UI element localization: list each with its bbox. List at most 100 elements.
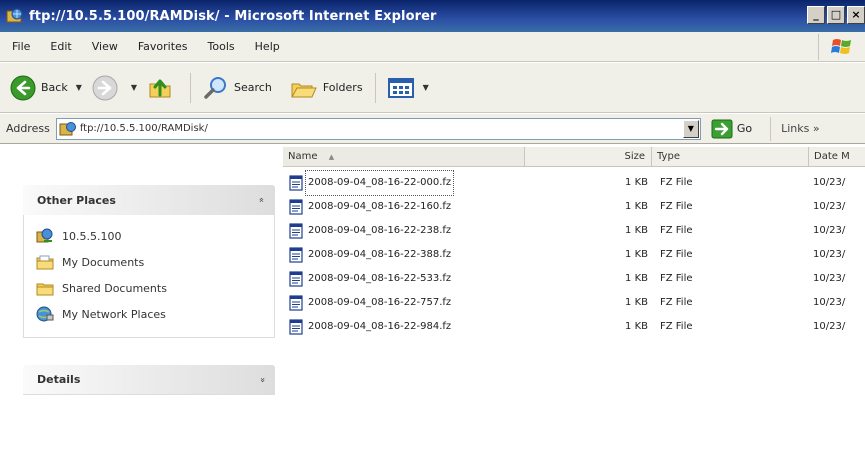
file-name-cell[interactable]: 2008-09-04_08-16-22-533.fz [289, 267, 453, 291]
menu-edit[interactable]: Edit [40, 40, 81, 53]
address-dropdown-button[interactable]: ▼ [682, 119, 699, 138]
file-size: 1 KB [625, 249, 648, 260]
links-button[interactable]: Links » [781, 122, 819, 135]
file-name: 2008-09-04_08-16-22-984.fz [308, 321, 452, 332]
file-row[interactable]: 2008-09-04_08-16-22-238.fz 1 KB FZ File 10/… [283, 219, 865, 243]
file-row[interactable]: 2008-09-04_08-16-22-984.fz 1 KB FZ File 10/… [283, 315, 865, 339]
sort-ascending-icon: ▲ [328, 153, 335, 161]
column-type-label: Type [657, 151, 680, 162]
column-header-size[interactable]: Size [525, 147, 652, 167]
views-icon [387, 77, 414, 98]
address-bar: Address ftp://10.5.5.100/RAMDisk/ ▼ Go L… [0, 114, 865, 144]
details-title: Details [37, 373, 81, 386]
up-folder-icon [149, 79, 171, 97]
go-label: Go [736, 122, 753, 135]
other-places-header[interactable]: Other Places » [23, 185, 275, 215]
task-pane: Other Places » 10.5.5.100 My Documents S… [0, 145, 283, 459]
file-row[interactable]: 2008-09-04_08-16-22-757.fz 1 KB FZ File 10/… [283, 291, 865, 315]
windows-logo-icon [831, 39, 851, 54]
toolbar-separator [190, 72, 192, 103]
file-date: 10/23/ [813, 297, 846, 308]
go-button[interactable]: Go [711, 119, 752, 139]
collapse-chevron-icon[interactable]: » [257, 197, 267, 203]
file-row[interactable]: 2008-09-04_08-16-22-388.fz 1 KB FZ File 10/… [283, 243, 865, 267]
back-dropdown-icon[interactable]: ▼ [76, 83, 82, 92]
column-header-name[interactable]: Name ▲ [283, 147, 525, 167]
file-type: FZ File [660, 225, 693, 236]
file-name: 2008-09-04_08-16-22-533.fz [308, 273, 452, 284]
close-button[interactable]: × [847, 6, 865, 24]
file-date: 10/23/ [813, 249, 846, 260]
maximize-button[interactable]: □ [827, 6, 845, 24]
file-name-cell[interactable]: 2008-09-04_08-16-22-000.fz [289, 170, 455, 196]
address-input[interactable]: ftp://10.5.5.100/RAMDisk/ ▼ [55, 117, 701, 140]
file-icon [289, 319, 303, 335]
column-header-type[interactable]: Type [652, 147, 809, 167]
file-name-cell[interactable]: 2008-09-04_08-16-22-757.fz [289, 291, 453, 315]
file-row[interactable]: 2008-09-04_08-16-22-533.fz 1 KB FZ File 10/… [283, 267, 865, 291]
column-name-label: Name [288, 151, 318, 162]
place-link-my-network-places[interactable]: My Network Places [36, 301, 274, 327]
file-name: 2008-09-04_08-16-22-388.fz [308, 249, 452, 260]
file-type: FZ File [660, 177, 693, 188]
file-size: 1 KB [625, 321, 648, 332]
file-size: 1 KB [625, 297, 648, 308]
file-name: 2008-09-04_08-16-22-160.fz [308, 201, 452, 212]
file-name-cell[interactable]: 2008-09-04_08-16-22-984.fz [289, 315, 453, 339]
file-name: 2008-09-04_08-16-22-757.fz [308, 297, 452, 308]
file-name-cell[interactable]: 2008-09-04_08-16-22-238.fz [289, 219, 453, 243]
details-header[interactable]: Details » [23, 365, 275, 395]
file-list: Name ▲ Size Type Date M 2008-09-04_08-16… [283, 145, 865, 459]
column-date-label: Date M [814, 151, 850, 162]
other-places-panel: Other Places » 10.5.5.100 My Documents S… [23, 185, 275, 338]
ftp-server-icon [36, 228, 53, 243]
menu-file[interactable]: File [0, 40, 40, 53]
ie-ftp-icon [6, 8, 23, 23]
file-row[interactable]: 2008-09-04_08-16-22-000.fz 1 KB FZ File 10/… [283, 170, 865, 196]
place-link-shared-documents[interactable]: Shared Documents [36, 275, 274, 301]
my-documents-icon [36, 255, 54, 270]
expand-chevron-icon[interactable]: » [257, 377, 267, 383]
network-places-icon [36, 306, 54, 322]
forward-button[interactable] [88, 68, 127, 108]
ftp-folder-icon [59, 121, 76, 135]
views-dropdown-icon[interactable]: ▼ [423, 83, 429, 92]
go-arrow-icon [711, 119, 733, 138]
views-button[interactable] [384, 68, 423, 108]
search-button[interactable]: Search [199, 68, 276, 108]
menu-view[interactable]: View [82, 40, 128, 53]
folders-button[interactable]: Folders [286, 68, 367, 108]
file-name-cell[interactable]: 2008-09-04_08-16-22-388.fz [289, 243, 453, 267]
file-name: 2008-09-04_08-16-22-000.fz [304, 170, 455, 196]
forward-arrow-icon [92, 75, 118, 100]
other-places-title: Other Places [37, 193, 116, 207]
file-icon [289, 295, 303, 311]
file-date: 10/23/ [813, 225, 846, 236]
column-header-date[interactable]: Date M [809, 147, 865, 167]
file-icon [289, 199, 303, 215]
place-link-my-documents[interactable]: My Documents [36, 249, 274, 275]
file-row[interactable]: 2008-09-04_08-16-22-160.fz 1 KB FZ File 10/… [283, 195, 865, 219]
file-size: 1 KB [625, 273, 648, 284]
file-type: FZ File [660, 201, 693, 212]
place-link-ftp-server[interactable]: 10.5.5.100 [36, 223, 274, 249]
file-name-cell[interactable]: 2008-09-04_08-16-22-160.fz [289, 195, 453, 219]
place-label: Shared Documents [62, 281, 167, 295]
back-button[interactable]: Back [6, 68, 72, 108]
window-controls: _ □ × [805, 6, 865, 24]
file-icon [289, 175, 303, 191]
menu-favorites[interactable]: Favorites [128, 40, 198, 53]
other-places-body: 10.5.5.100 My Documents Shared Documents [23, 215, 275, 338]
forward-dropdown-icon[interactable]: ▼ [131, 83, 137, 92]
back-label: Back [41, 81, 68, 94]
toolbar: Back ▼ ▼ Search Folders ▼ [0, 63, 865, 113]
up-button[interactable] [143, 68, 182, 108]
menu-help[interactable]: Help [245, 40, 290, 53]
minimize-button[interactable]: _ [807, 6, 825, 24]
back-arrow-icon [10, 75, 36, 100]
title-bar[interactable]: ftp://10.5.5.100/RAMDisk/ - Microsoft In… [0, 0, 865, 32]
file-date: 10/23/ [813, 201, 846, 212]
menu-bar: File Edit View Favorites Tools Help [0, 32, 865, 62]
file-name: 2008-09-04_08-16-22-238.fz [308, 225, 452, 236]
menu-tools[interactable]: Tools [198, 40, 245, 53]
